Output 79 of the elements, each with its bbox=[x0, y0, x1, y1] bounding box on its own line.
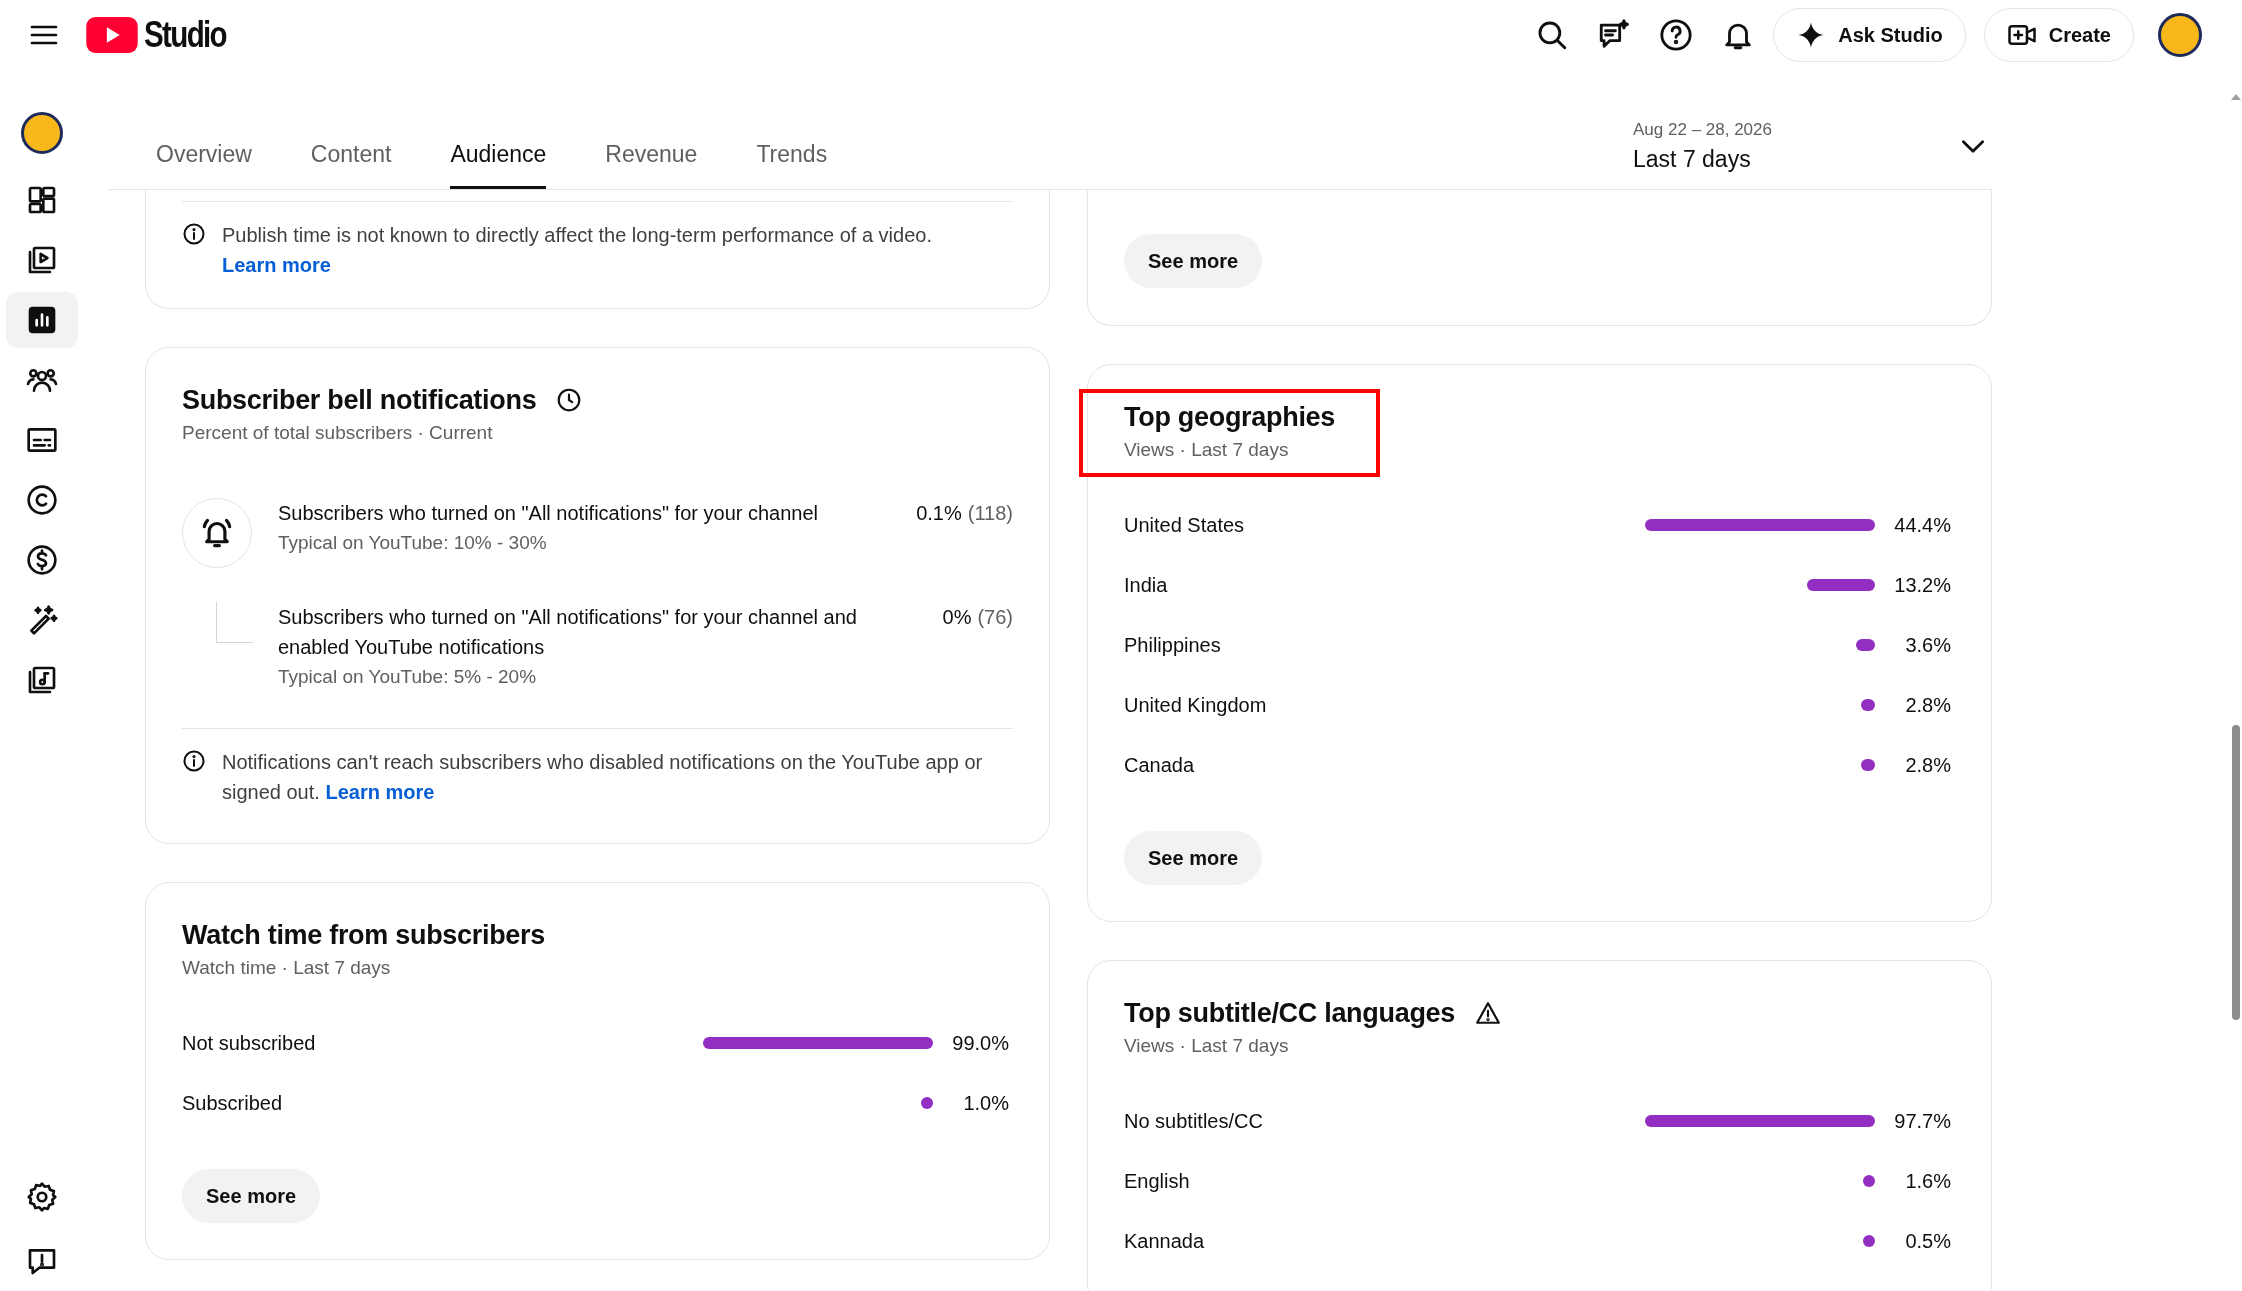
see-more-button[interactable]: See more bbox=[1124, 831, 1263, 885]
row-label: Kannada bbox=[1124, 1229, 1206, 1253]
tab[interactable]: Content bbox=[310, 141, 392, 189]
dashboard-icon[interactable] bbox=[26, 184, 58, 216]
card-subtitle: Percent of total subscribers · Current bbox=[182, 422, 494, 444]
see-more-button[interactable]: See more bbox=[182, 1169, 321, 1223]
bar bbox=[921, 1097, 933, 1109]
row-value: 13.2% bbox=[1893, 573, 1952, 597]
info-icon bbox=[182, 749, 206, 773]
card-subtitle: Views · Last 7 days bbox=[1124, 1035, 1290, 1057]
notice-text: Publish time is not known to directly affect the long-term performance of a video. Learn more bbox=[222, 223, 933, 278]
row-label: Not subscribed bbox=[182, 1031, 317, 1055]
card-title: Subscriber bell notifications bbox=[182, 384, 537, 416]
tab[interactable]: Trends bbox=[756, 141, 828, 189]
ask-studio-button[interactable]: Ask Studio bbox=[1773, 8, 1966, 62]
help-icon[interactable] bbox=[1659, 18, 1694, 52]
nav-item-highlight[interactable] bbox=[6, 292, 78, 348]
bar bbox=[1860, 759, 1875, 771]
scrollbar-thumb[interactable] bbox=[2232, 725, 2240, 1020]
tab[interactable]: Revenue bbox=[605, 141, 698, 189]
learn-more-link[interactable]: Learn more bbox=[325, 781, 435, 803]
row-label: No subtitles/CC bbox=[1124, 1109, 1264, 1133]
studio-logo[interactable]: Studio bbox=[86, 14, 226, 56]
row-value: 2.8% bbox=[1904, 693, 1952, 717]
metric-count: (76) bbox=[977, 605, 1013, 630]
row-value: 99.0% bbox=[951, 1031, 1010, 1055]
clock-icon bbox=[556, 387, 583, 413]
metric-value: 0% bbox=[942, 605, 972, 630]
metric-count: (118) bbox=[967, 501, 1013, 526]
row-label: Philippines bbox=[1124, 633, 1222, 657]
tab[interactable]: Overview bbox=[156, 141, 252, 189]
learn-more-link[interactable]: Learn more bbox=[222, 254, 331, 276]
row-label: English bbox=[1124, 1169, 1191, 1193]
avatar[interactable] bbox=[2158, 13, 2202, 57]
copyright-icon[interactable] bbox=[26, 484, 58, 516]
connector-line bbox=[216, 602, 253, 643]
card-subtitle: Views · Last 7 days bbox=[1124, 439, 1290, 461]
row-value: 3.6% bbox=[1904, 633, 1952, 657]
row-label: Canada bbox=[1124, 753, 1196, 777]
row-value: 44.4% bbox=[1893, 513, 1952, 537]
music-library-icon[interactable] bbox=[26, 664, 58, 696]
avatar[interactable] bbox=[21, 112, 63, 154]
chevron-down-icon bbox=[1962, 140, 1984, 153]
date-range-dropdown[interactable]: Aug 22 – 28, 2026 Last 7 days bbox=[1633, 120, 1984, 173]
row-label: India bbox=[1124, 573, 1169, 597]
row-label: Subscribed bbox=[182, 1091, 284, 1115]
row-value: 0.5% bbox=[1904, 1229, 1952, 1253]
tab[interactable]: Audience bbox=[450, 141, 547, 189]
video-library-icon[interactable] bbox=[26, 244, 58, 276]
dollar-icon[interactable] bbox=[26, 544, 58, 576]
bar bbox=[1806, 579, 1875, 591]
create-button[interactable]: Create bbox=[1983, 8, 2134, 62]
row-value: 97.7% bbox=[1893, 1109, 1952, 1133]
bar bbox=[1863, 1235, 1875, 1247]
metric-label: Subscribers who turned on "All notifications" for your channel bbox=[278, 501, 820, 526]
row-label: United Kingdom bbox=[1124, 693, 1268, 717]
metric-label: Subscribers who turned on "All notifications" for your channel and enabled YouTube notifications bbox=[278, 605, 858, 660]
see-more-button[interactable]: See more bbox=[1124, 234, 1263, 288]
info-icon bbox=[182, 222, 206, 246]
typical-range: Typical on YouTube: 5% - 20% bbox=[278, 665, 538, 689]
warning-icon bbox=[1475, 1000, 1501, 1026]
scroll-up-arrow[interactable] bbox=[2231, 94, 2241, 100]
card-subtitle: Watch time · Last 7 days bbox=[182, 957, 392, 979]
settings-icon[interactable] bbox=[26, 1181, 58, 1213]
play-logo-icon bbox=[86, 17, 138, 53]
typical-range: Typical on YouTube: 10% - 30% bbox=[278, 531, 548, 555]
bar bbox=[1860, 699, 1875, 711]
row-value: 1.6% bbox=[1904, 1169, 1952, 1193]
metric-value: 0.1% bbox=[916, 501, 962, 526]
card-title: Top subtitle/CC languages bbox=[1124, 997, 1455, 1029]
notice-text: Notifications can't reach subscribers who disabled notifications on the YouTube app or signed out. Learn more bbox=[222, 750, 984, 805]
bar-chart-icon[interactable] bbox=[26, 304, 58, 336]
row-value: 1.0% bbox=[962, 1091, 1010, 1115]
card-title: Watch time from subscribers bbox=[182, 919, 545, 951]
row-label: United States bbox=[1124, 513, 1246, 537]
bar bbox=[1856, 639, 1875, 651]
row-value: 2.8% bbox=[1904, 753, 1952, 777]
card-title: Top geographies bbox=[1124, 401, 1335, 433]
bar bbox=[1863, 1175, 1875, 1187]
